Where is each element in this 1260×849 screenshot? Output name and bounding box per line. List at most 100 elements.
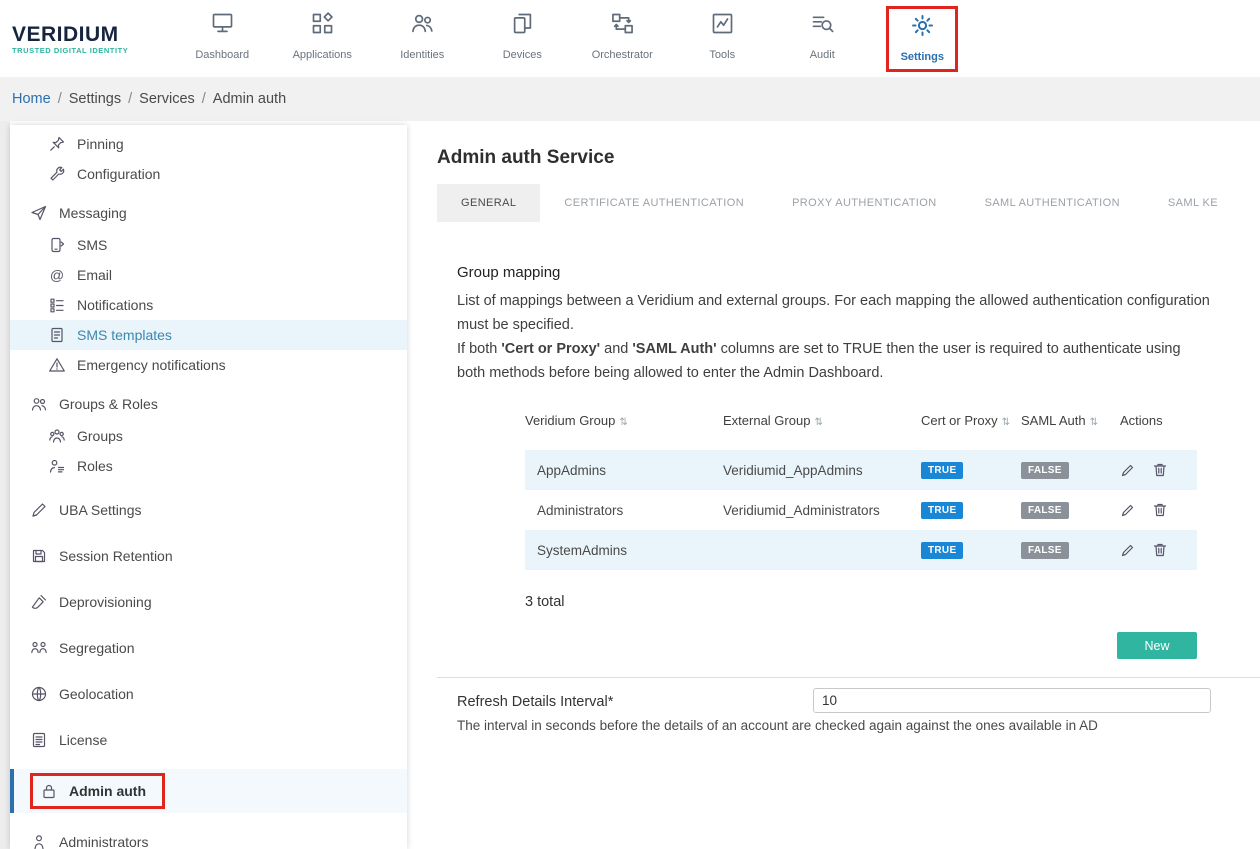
cell-actions <box>1120 542 1197 558</box>
nav-item-label: Devices <box>503 49 542 61</box>
delete-icon[interactable] <box>1152 502 1168 518</box>
broom-icon <box>30 593 48 611</box>
column-veridium-group[interactable]: Veridium Group⇅ <box>525 413 723 428</box>
breadcrumb-home[interactable]: Home <box>12 91 51 107</box>
sidebar-item-label: Emergency notifications <box>77 357 226 373</box>
phone-message-icon <box>48 236 66 254</box>
cell-actions <box>1120 462 1197 478</box>
sidebar-item-groups-roles[interactable]: Groups & Roles <box>10 387 407 421</box>
sort-icon: ⇅ <box>619 417 627 428</box>
sidebar-item-email[interactable]: @ Email <box>10 260 407 290</box>
column-cert-or-proxy[interactable]: Cert or Proxy⇅ <box>921 413 1021 428</box>
sidebar-item-configuration[interactable]: Configuration <box>10 159 407 189</box>
nav-item-label: Applications <box>293 49 352 61</box>
sidebar-item-label: License <box>59 732 107 748</box>
sidebar-item-label: Groups <box>77 428 123 444</box>
breadcrumb-separator: / <box>58 91 62 107</box>
edit-icon[interactable] <box>1120 462 1136 478</box>
cell-saml-auth: FALSE <box>1021 541 1120 559</box>
sidebar-item-messaging[interactable]: Messaging <box>10 196 407 230</box>
sidebar-item-emergency-notifications[interactable]: Emergency notifications <box>10 350 407 380</box>
cell-external-group: Veridiumid_Administrators <box>723 503 921 518</box>
applications-icon <box>309 10 336 42</box>
edit-icon[interactable] <box>1120 542 1136 558</box>
veridium-logo[interactable]: VERIDIUM TRUSTED DIGITAL IDENTITY <box>12 23 128 55</box>
sidebar-item-uba-settings[interactable]: UBA Settings <box>10 493 407 527</box>
sidebar-item-admin-auth[interactable]: Admin auth <box>10 769 407 813</box>
sidebar-item-label: Administrators <box>59 834 148 849</box>
nav-item-applications[interactable]: Applications <box>272 6 372 72</box>
checklist-icon <box>48 296 66 314</box>
sidebar-item-notifications[interactable]: Notifications <box>10 290 407 320</box>
status-badge: FALSE <box>1021 542 1069 559</box>
column-saml-auth[interactable]: SAML Auth⇅ <box>1021 413 1120 428</box>
sidebar-item-groups[interactable]: Groups <box>10 421 407 451</box>
dashboard-icon <box>209 10 236 42</box>
wrench-icon <box>48 165 66 183</box>
breadcrumb-settings[interactable]: Settings <box>69 91 121 107</box>
tab-saml-key[interactable]: SAML KE <box>1144 184 1242 222</box>
tab-general[interactable]: GENERAL <box>437 184 540 222</box>
status-badge: FALSE <box>1021 462 1069 479</box>
sidebar-item-segregation[interactable]: Segregation <box>10 631 407 665</box>
group-icon <box>48 427 66 445</box>
sidebar-item-label: Roles <box>77 458 113 474</box>
group-mapping-table: Veridium Group⇅ External Group⇅ Cert or … <box>525 401 1197 659</box>
delete-icon[interactable] <box>1152 542 1168 558</box>
nav-item-orchestrator[interactable]: Orchestrator <box>572 6 672 72</box>
sidebar-item-license[interactable]: License <box>10 723 407 757</box>
tab-certificate-authentication[interactable]: CERTIFICATE AUTHENTICATION <box>540 184 768 222</box>
sidebar-item-label: Segregation <box>59 640 135 656</box>
nav-item-identities[interactable]: Identities <box>372 6 472 72</box>
save-icon <box>30 547 48 565</box>
refresh-details-section: Refresh Details Interval* The interval i… <box>437 678 1260 733</box>
page-gutter <box>0 121 10 849</box>
tab-saml-authentication[interactable]: SAML AUTHENTICATION <box>961 184 1144 222</box>
sidebar-item-label: Admin auth <box>69 783 146 799</box>
breadcrumb-services[interactable]: Services <box>139 91 195 107</box>
settings-sidebar: Pinning Configuration Messaging SMS @ Em… <box>10 125 407 849</box>
status-badge: FALSE <box>1021 502 1069 519</box>
sidebar-item-session-retention[interactable]: Session Retention <box>10 539 407 573</box>
sidebar-item-geolocation[interactable]: Geolocation <box>10 677 407 711</box>
sidebar-item-label: UBA Settings <box>59 502 142 518</box>
group-mapping-title: Group mapping <box>457 264 1212 281</box>
top-nav: VERIDIUM TRUSTED DIGITAL IDENTITY Dashbo… <box>0 0 1260 77</box>
main-content: Admin auth Service GENERAL CERTIFICATE A… <box>437 121 1260 849</box>
identities-icon <box>409 10 436 42</box>
sidebar-item-pinning[interactable]: Pinning <box>10 129 407 159</box>
sidebar-item-label: SMS templates <box>77 327 172 343</box>
nav-item-audit[interactable]: Audit <box>772 6 872 72</box>
sidebar-item-label: Pinning <box>77 136 124 152</box>
refresh-interval-input[interactable] <box>813 688 1211 713</box>
sidebar-item-sms[interactable]: SMS <box>10 230 407 260</box>
delete-icon[interactable] <box>1152 462 1168 478</box>
annotation-box: Admin auth <box>30 773 165 809</box>
sidebar-item-label: Groups & Roles <box>59 396 158 412</box>
admin-person-icon <box>30 833 48 849</box>
breadcrumb-admin-auth[interactable]: Admin auth <box>213 91 286 107</box>
sidebar-item-label: Session Retention <box>59 548 173 564</box>
sidebar-item-sms-templates[interactable]: SMS templates <box>10 320 407 350</box>
sidebar-item-deprovisioning[interactable]: Deprovisioning <box>10 585 407 619</box>
table-row: Administrators Veridiumid_Administrators… <box>525 490 1197 530</box>
nav-item-settings[interactable]: Settings <box>886 6 958 72</box>
cell-cert-or-proxy: TRUE <box>921 541 1021 559</box>
cell-cert-or-proxy: TRUE <box>921 501 1021 519</box>
nav-item-dashboard[interactable]: Dashboard <box>172 6 272 72</box>
pen-icon <box>30 501 48 519</box>
edit-icon[interactable] <box>1120 502 1136 518</box>
new-button[interactable]: New <box>1117 632 1197 659</box>
nav-item-tools[interactable]: Tools <box>672 6 772 72</box>
nav-item-label: Identities <box>400 49 444 61</box>
column-external-group[interactable]: External Group⇅ <box>723 413 921 428</box>
sidebar-item-roles[interactable]: Roles <box>10 451 407 481</box>
table-row: SystemAdmins TRUE FALSE <box>525 530 1197 570</box>
sidebar-item-administrators[interactable]: Administrators <box>10 825 407 849</box>
tab-proxy-authentication[interactable]: PROXY AUTHENTICATION <box>768 184 961 222</box>
people-divide-icon <box>30 639 48 657</box>
nav-item-label: Settings <box>901 51 944 63</box>
sidebar-item-label: SMS <box>77 237 107 253</box>
gear-icon <box>909 12 936 44</box>
nav-item-devices[interactable]: Devices <box>472 6 572 72</box>
